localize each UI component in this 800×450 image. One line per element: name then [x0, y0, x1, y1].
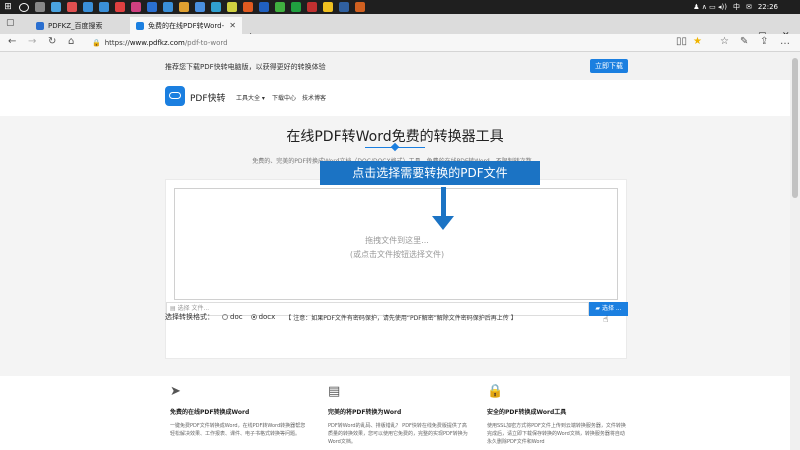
forward-icon[interactable]: →: [28, 36, 36, 47]
pdfkz-favicon-icon: [136, 21, 144, 30]
feature-desc: 一键免费PDF文件转换成Word，在线PDF转Word转换器帮您轻松解决效果、工…: [170, 423, 306, 437]
app-icon[interactable]: [99, 2, 109, 12]
format-label: 选择转换格式：: [165, 313, 214, 321]
promo-text: 推荐您下载PDF快转电脑版，以获得更好的转换体验: [165, 63, 326, 71]
url-protocol: https://: [104, 38, 130, 47]
pdf-file-icon: ▤: [328, 384, 341, 399]
wechat-icon[interactable]: [291, 2, 301, 12]
site-header: PDF快转 工具大全 ▾ 下载中心 技术博客: [0, 80, 790, 116]
notes-icon[interactable]: ✎: [740, 36, 748, 47]
feature-free: ➤ 免费的在线PDF转换成Word 一键免费PDF文件转换成Word，在线PDF…: [170, 384, 310, 438]
baidu-favicon-icon: [36, 21, 44, 30]
navigation-bar: ← → ↻ ⌂ 🔒 https:// www.pdfkz.com /pdf-to…: [0, 34, 800, 52]
file-dropzone[interactable]: 拖拽文件到这里... (或点击文件按钮选择文件): [174, 188, 618, 300]
ime-indicator[interactable]: 中: [733, 2, 740, 12]
option-docx[interactable]: docx: [259, 313, 276, 321]
dropzone-subtext: (或点击文件按钮选择文件): [349, 250, 445, 259]
windows-start-icon[interactable]: ⊞: [3, 2, 13, 12]
favorite-star-icon[interactable]: ★: [693, 36, 702, 47]
tray-icons[interactable]: ♟ ∧ ▭ ◂)): [693, 3, 727, 11]
app-icon[interactable]: [339, 2, 349, 12]
cortana-icon[interactable]: [19, 2, 29, 12]
mouse-pointer-icon: ☝: [603, 315, 609, 325]
features-section: ➤ 免费的在线PDF转换成Word 一键免费PDF文件转换成Word，在线PDF…: [0, 376, 790, 450]
menu-tools[interactable]: 工具大全 ▾: [236, 93, 265, 102]
back-icon[interactable]: ←: [8, 36, 16, 47]
edge-browser-icon[interactable]: [163, 2, 173, 12]
upload-card: 拖拽文件到这里... (或点击文件按钮选择文件) ▤ 选择 文件... ▰ 选择…: [165, 179, 628, 359]
scrollbar-thumb[interactable]: [792, 58, 798, 198]
instruction-callout: 点击选择需要转换的PDF文件: [320, 161, 540, 185]
lock-icon: 🔒: [92, 38, 101, 47]
app-icon[interactable]: [243, 2, 253, 12]
dropzone-text: 拖拽文件到这里...: [365, 236, 429, 245]
menu-tech-blog[interactable]: 技术博客: [302, 93, 326, 102]
app-icon[interactable]: [179, 2, 189, 12]
paper-plane-icon: ➤: [170, 384, 181, 399]
feature-desc: 使用SSL加密方式将PDF文件上传到云端转换服务器，文件转换完成后，请立即下载保…: [487, 423, 626, 445]
arrow-down-head: [432, 216, 454, 230]
refresh-icon[interactable]: ↻: [48, 36, 56, 47]
feature-desc: PDF转Word的乱码、排版错乱？ PDF快转在线免费版提供了高质量的转换效果，…: [328, 423, 468, 445]
clock[interactable]: 22:26: [758, 3, 778, 11]
favorites-icon[interactable]: ☆: [720, 36, 729, 47]
hero-section: 在线PDF转Word免费的转换器工具 免费的、完美的PDF转换成Word文档（D…: [0, 116, 790, 376]
password-notice: 【 注意：如果PDF文件有密码保护，请先使用“PDF解密”解除文件密码保护后再上…: [285, 314, 517, 322]
app-icon[interactable]: [131, 2, 141, 12]
option-doc[interactable]: doc: [230, 313, 243, 321]
url-host: www.pdfkz.com: [129, 38, 185, 47]
app-icon[interactable]: [67, 2, 77, 12]
address-input[interactable]: 🔒 https:// www.pdfkz.com /pdf-to-word: [92, 36, 672, 49]
radio-docx[interactable]: [250, 314, 257, 320]
logo-text[interactable]: PDF快转: [190, 91, 226, 104]
page-viewport: 推荐您下载PDF快转电脑版，以获得更好的转换体验 立即下载 PDF快转 工具大全…: [0, 52, 790, 450]
radio-doc[interactable]: [222, 314, 228, 320]
app-icon[interactable]: [355, 2, 365, 12]
tab-pdf-to-word[interactable]: 免费的在线PDF转Word- ✕: [130, 17, 242, 34]
feature-title: 完美的将PDF转换为Word: [328, 409, 402, 416]
promo-banner: 推荐您下载PDF快转电脑版，以获得更好的转换体验 立即下载: [0, 52, 790, 80]
download-now-button[interactable]: 立即下载: [590, 59, 628, 73]
app-icon[interactable]: [83, 2, 93, 12]
tab-baidu-search[interactable]: PDFKZ_百度搜索: [30, 17, 128, 34]
app-icon[interactable]: [323, 2, 333, 12]
share-icon[interactable]: ⇪: [760, 36, 768, 47]
system-tray: ♟ ∧ ▭ ◂)) 中 ✉ 22:26: [693, 0, 778, 14]
menu-download-center[interactable]: 下载中心: [272, 93, 296, 102]
app-icon[interactable]: [259, 2, 269, 12]
tab-label: 免费的在线PDF转Word-: [148, 21, 225, 30]
app-icon[interactable]: [115, 2, 125, 12]
home-icon[interactable]: ⌂: [68, 36, 74, 47]
url-path: /pdf-to-word: [184, 38, 228, 47]
tab-strip: ▢ PDFKZ_百度搜索 免费的在线PDF转Word- ✕ + ⌄ — ▢ ✕: [0, 14, 800, 43]
pdfkz-logo-icon[interactable]: [165, 86, 185, 106]
app-icon[interactable]: [195, 2, 205, 12]
app-icon[interactable]: [275, 2, 285, 12]
app-icon[interactable]: [51, 2, 61, 12]
task-view-icon[interactable]: [35, 2, 45, 12]
format-selector: 选择转换格式： doc docx 【 注意：如果PDF文件有密码保护，请先使用“…: [165, 311, 765, 323]
tab-list-icon[interactable]: ▢: [6, 18, 15, 28]
more-icon[interactable]: …: [780, 36, 790, 47]
feature-secure: 🔒 安全的PDF转换成Word工具 使用SSL加密方式将PDF文件上传到云端转换…: [487, 384, 627, 446]
close-tab-icon[interactable]: ✕: [229, 21, 236, 30]
lock-icon: 🔒: [487, 384, 504, 399]
app-icon[interactable]: [227, 2, 237, 12]
app-icon[interactable]: [147, 2, 157, 12]
tab-label: PDFKZ_百度搜索: [48, 21, 103, 30]
taskbar: ⊞ ♟ ∧ ▭ ◂)) 中 ✉ 22:26: [0, 0, 800, 14]
feature-title: 免费的在线PDF转换成Word: [170, 409, 250, 416]
arrow-down-icon: [441, 187, 446, 219]
notification-icon[interactable]: ✉: [746, 3, 752, 11]
feature-perfect: ▤ 完美的将PDF转换为Word PDF转Word的乱码、排版错乱？ PDF快转…: [328, 384, 468, 446]
app-icon[interactable]: [211, 2, 221, 12]
reading-view-icon[interactable]: ▯▯: [676, 36, 687, 47]
feature-title: 安全的PDF转换成Word工具: [487, 409, 567, 416]
app-icon[interactable]: [307, 2, 317, 12]
